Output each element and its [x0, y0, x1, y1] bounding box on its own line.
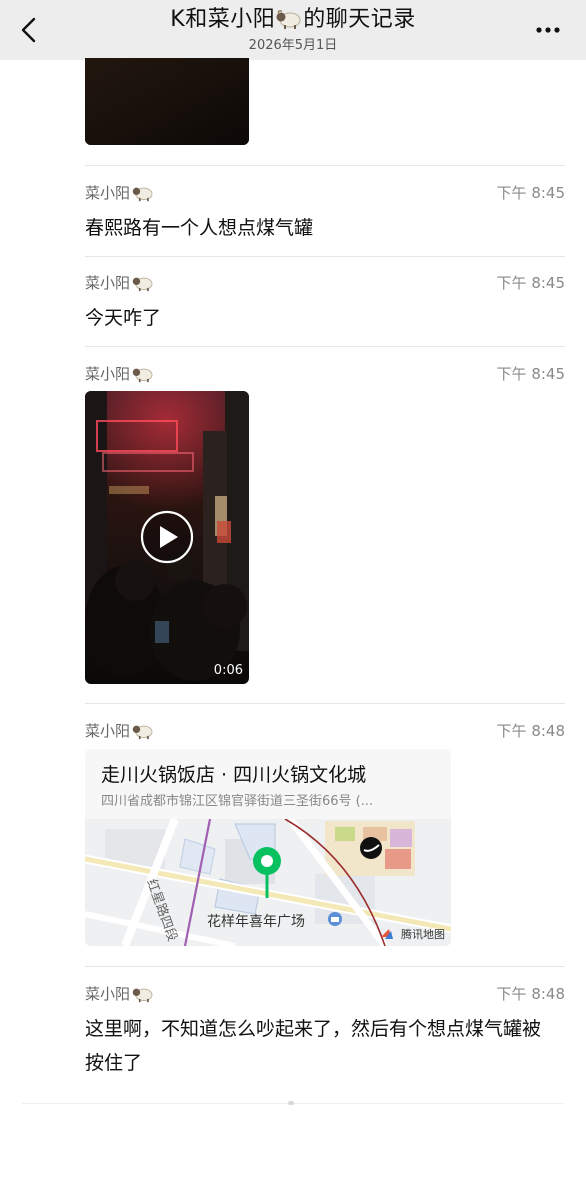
chevron-left-icon	[21, 17, 36, 43]
sheep-emoji-icon	[132, 365, 154, 388]
message-time: 下午 8:45	[496, 184, 565, 202]
more-button[interactable]	[534, 18, 564, 42]
message-time: 下午 8:48	[496, 985, 565, 1003]
message-time: 下午 8:45	[496, 365, 565, 383]
message-divider	[85, 256, 565, 257]
more-horizontal-icon	[536, 27, 560, 33]
previous-media-thumbnail[interactable]	[85, 58, 249, 145]
message-divider	[85, 703, 565, 704]
location-title: 走川火锅饭店 · 四川火锅文化城	[101, 764, 367, 786]
title-block: K和菜小阳 的聊天记录 2026年5月1日	[90, 6, 496, 54]
sender-name: 菜小阳	[85, 984, 154, 1008]
map-provider: 腾讯地图	[401, 928, 445, 941]
sender-label: 菜小阳	[85, 365, 131, 383]
sender-label: 菜小阳	[85, 985, 131, 1003]
sender-label: 菜小阳	[85, 722, 131, 740]
page-title: K和菜小阳 的聊天记录	[90, 6, 496, 38]
sheep-emoji-icon	[132, 184, 154, 207]
sender-name: 菜小阳	[85, 364, 154, 388]
map-landmark-label: 花样年喜年广场	[207, 914, 305, 930]
sender-name: 菜小阳	[85, 273, 154, 297]
message-text: 这里啊，不知道怎么吵起来了，然后有个想点煤气罐被按住了	[85, 1018, 542, 1074]
sheep-emoji-icon	[132, 274, 154, 297]
chat-history-header: K和菜小阳 的聊天记录 2026年5月1日	[0, 0, 586, 60]
chat-message: 菜小阳 下午 8:48	[85, 721, 565, 745]
title-prefix: K和菜小阳	[170, 7, 276, 32]
sheep-emoji-icon	[132, 985, 154, 1008]
chat-message: 菜小阳 下午 8:48 这里啊，不知道怎么吵起来了，然后有个想点煤气罐被按住了	[85, 984, 565, 1084]
message-divider	[85, 966, 565, 967]
sheep-emoji-icon	[276, 8, 302, 38]
message-divider	[85, 346, 565, 347]
message-time: 下午 8:48	[496, 722, 565, 740]
chat-date: 2026年5月1日	[248, 38, 338, 53]
message-text: 今天咋了	[85, 307, 162, 329]
video-message[interactable]: 0:06	[85, 391, 249, 684]
location-address: 四川省成都市锦江区锦官驿街道三圣街66号 (...	[101, 794, 374, 809]
sender-name: 菜小阳	[85, 183, 154, 207]
title-suffix: 的聊天记录	[303, 7, 416, 32]
video-thumbnail-image	[85, 391, 249, 684]
dark-photo-image	[85, 58, 249, 145]
message-text: 春熙路有一个人想点煤气罐	[85, 217, 314, 239]
message-divider	[85, 165, 565, 166]
sheep-emoji-icon	[132, 722, 154, 745]
location-card[interactable]: 走川火锅饭店 · 四川火锅文化城 四川省成都市锦江区锦官驿街道三圣街66号 (.…	[85, 749, 451, 946]
chat-message: 菜小阳 下午 8:45 今天咋了	[85, 273, 565, 333]
chat-message: 菜小阳 下午 8:45 春熙路有一个人想点煤气罐	[85, 183, 565, 243]
back-button[interactable]	[14, 12, 44, 48]
message-time: 下午 8:45	[496, 274, 565, 292]
scroll-indicator	[288, 1101, 294, 1105]
sender-label: 菜小阳	[85, 274, 131, 292]
sender-label: 菜小阳	[85, 184, 131, 202]
video-duration: 0:06	[213, 663, 243, 678]
sender-name: 菜小阳	[85, 721, 154, 745]
chat-message: 菜小阳 下午 8:45	[85, 364, 565, 388]
